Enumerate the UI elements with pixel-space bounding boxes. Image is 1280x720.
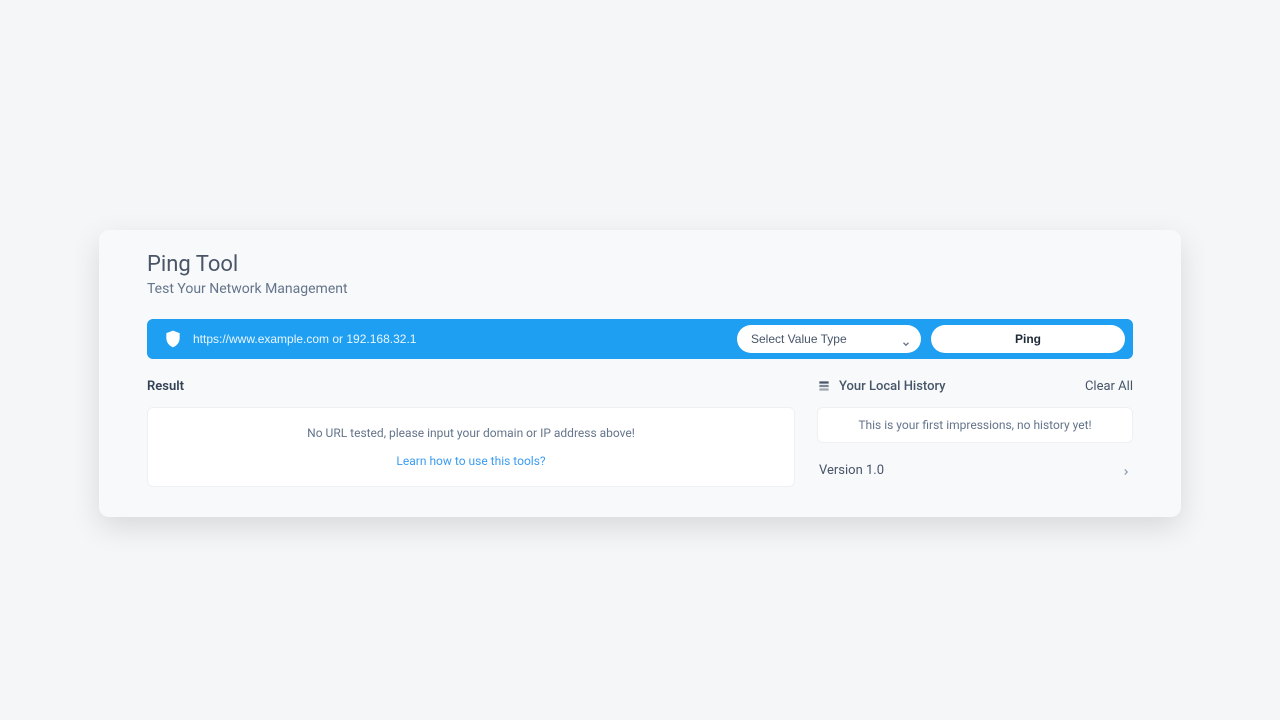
ping-button[interactable]: Ping [931, 325, 1125, 353]
url-input[interactable] [193, 326, 727, 352]
history-column: Your Local History Clear All This is you… [817, 377, 1133, 487]
chevron-down-icon [901, 334, 911, 344]
learn-link[interactable]: Learn how to use this tools? [160, 454, 782, 468]
chevron-right-icon [1121, 466, 1131, 476]
content-row: Result No URL tested, please input your … [147, 377, 1133, 487]
version-row[interactable]: Version 1.0 [817, 463, 1133, 478]
history-header: Your Local History Clear All [817, 377, 1133, 395]
history-title: Your Local History [817, 379, 946, 394]
version-label: Version 1.0 [819, 463, 884, 478]
ping-tool-card: Ping Tool Test Your Network Management S… [99, 230, 1181, 517]
value-type-select[interactable]: Select Value Type [751, 332, 893, 346]
value-type-select-wrap[interactable]: Select Value Type [737, 325, 921, 353]
result-empty-text: No URL tested, please input your domain … [160, 426, 782, 440]
history-heading-label: Your Local History [839, 379, 946, 394]
history-empty-text: This is your first impressions, no histo… [830, 418, 1120, 432]
layers-icon [817, 379, 831, 393]
result-column: Result No URL tested, please input your … [147, 377, 795, 487]
page-title: Ping Tool [147, 252, 1133, 277]
result-heading: Result [147, 377, 795, 395]
clear-all-link[interactable]: Clear All [1085, 379, 1133, 394]
result-panel: No URL tested, please input your domain … [147, 407, 795, 487]
history-panel: This is your first impressions, no histo… [817, 407, 1133, 443]
search-bar: Select Value Type Ping [147, 319, 1133, 359]
result-heading-label: Result [147, 379, 184, 394]
page-subtitle: Test Your Network Management [147, 281, 1133, 297]
shield-icon [163, 329, 183, 349]
